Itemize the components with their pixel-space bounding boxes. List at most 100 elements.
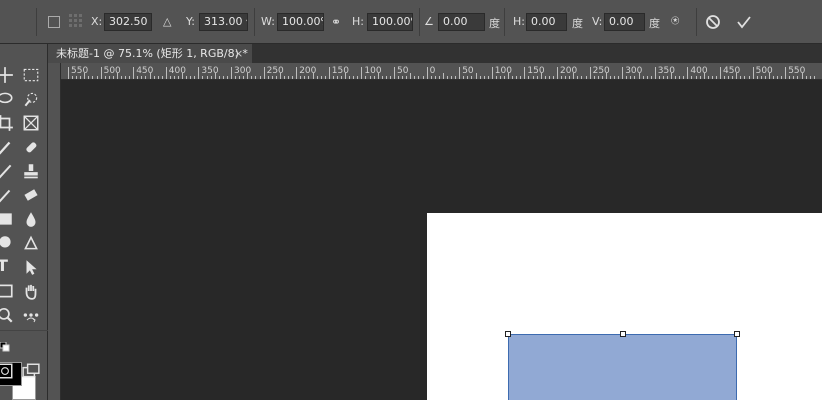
- ruler-tick-mark: [141, 76, 143, 79]
- lasso-tool-icon[interactable]: [0, 90, 14, 108]
- width-label: W:: [261, 15, 275, 28]
- pen-tool-icon[interactable]: [22, 234, 40, 252]
- options-separator: [696, 8, 697, 36]
- blur-tool-icon[interactable]: [22, 210, 40, 228]
- ruler-tick-mark: [186, 76, 188, 79]
- ruler-tick-mark: [646, 76, 648, 79]
- toolbar-divider: [0, 330, 48, 331]
- type-tool-icon[interactable]: T: [0, 256, 15, 275]
- cancel-transform-icon[interactable]: [705, 14, 721, 30]
- hand-tool-icon[interactable]: [22, 282, 40, 300]
- ruler-tick-mark: [365, 76, 367, 79]
- ruler-tick-mark: [398, 76, 400, 79]
- ruler-tick-label: 400: [168, 66, 186, 76]
- width-scale-field[interactable]: 100.00%: [277, 13, 324, 31]
- ruler-tick-mark: [683, 76, 685, 79]
- rotate-angle-field[interactable]: 0.00: [438, 13, 485, 31]
- ruler-tick-mark: [732, 76, 734, 79]
- ruler-tick-mark: [194, 76, 196, 79]
- frame-tool-icon[interactable]: [22, 114, 40, 132]
- ruler-tick-label: 150: [331, 66, 349, 76]
- ruler-tick-mark: [662, 76, 664, 79]
- transform-handle-top-right[interactable]: [734, 331, 740, 337]
- crop-tool-icon[interactable]: [0, 114, 14, 132]
- vskew-unit: 度: [649, 17, 660, 30]
- ruler-tick-mark: [764, 76, 766, 79]
- ruler-tick-mark: [781, 76, 783, 79]
- ruler-tick-mark: [634, 76, 636, 79]
- ruler-tick-mark: [504, 76, 506, 79]
- history-brush-tool-icon[interactable]: [0, 186, 14, 204]
- ruler-tick-mark: [740, 76, 742, 79]
- hskew-label: H:: [513, 15, 525, 28]
- link-icon[interactable]: ⚭: [331, 15, 341, 29]
- move-tool-icon[interactable]: [0, 66, 14, 84]
- ruler-tick-mark: [357, 76, 359, 79]
- ruler-tick-mark: [328, 67, 330, 79]
- ruler-tick-mark: [630, 76, 632, 79]
- hskew-unit: 度: [572, 17, 583, 30]
- swap-colors-icon[interactable]: [26, 316, 36, 326]
- warp-mode-icon[interactable]: ⍟: [671, 13, 679, 29]
- horizontal-skew-field[interactable]: 0.00: [526, 13, 567, 31]
- horizontal-ruler[interactable]: 550 500 450 400 350 300 250 200 150 100 50 0 50 100 15…: [61, 63, 822, 80]
- y-position-field[interactable]: 313.00 像素: [199, 13, 248, 31]
- marquee-tool-icon[interactable]: [22, 66, 40, 84]
- document-tab[interactable]: 未标题-1 @ 75.1% (矩形 1, RGB/8) *: [48, 44, 252, 63]
- brush-tool-icon[interactable]: [0, 162, 14, 180]
- eraser-tool-icon[interactable]: [22, 186, 40, 204]
- path-selection-tool-icon[interactable]: [22, 258, 40, 276]
- ruler-tick-mark: [202, 76, 204, 79]
- ruler-tick-mark: [475, 73, 477, 79]
- ruler-tick-mark: [88, 76, 90, 79]
- rectangle-shape-layer[interactable]: [508, 334, 737, 400]
- transform-handle-top-left[interactable]: [505, 331, 511, 337]
- rectangle-tool-icon[interactable]: [0, 282, 14, 300]
- ruler-tick-mark: [92, 76, 94, 79]
- eyedropper-tool-icon[interactable]: [0, 138, 14, 156]
- vertical-skew-field[interactable]: 0.00: [604, 13, 645, 31]
- ruler-tick-mark: [434, 76, 436, 79]
- ruler-tick-mark: [557, 67, 558, 79]
- ruler-tick-mark: [459, 67, 461, 79]
- ruler-tick-label: 450: [136, 66, 154, 76]
- ruler-tick-mark: [785, 67, 787, 79]
- zoom-tool-icon[interactable]: [0, 306, 14, 324]
- ruler-tick-mark: [711, 76, 713, 79]
- reference-point-checkbox[interactable]: [48, 16, 60, 28]
- ruler-tick-label: 200: [560, 66, 578, 76]
- default-colors-icon[interactable]: [0, 342, 10, 352]
- ruler-tick-mark: [267, 76, 269, 79]
- ruler-tick-mark: [178, 76, 180, 79]
- ruler-tick-mark: [190, 76, 192, 79]
- quick-selection-tool-icon[interactable]: [22, 90, 40, 108]
- x-position-field[interactable]: 302.50 像素: [104, 13, 152, 31]
- screen-mode-icon[interactable]: [22, 362, 40, 380]
- ruler-tick-mark: [483, 76, 485, 79]
- healing-brush-tool-icon[interactable]: [22, 138, 40, 156]
- ruler-tick-mark: [373, 76, 375, 79]
- ruler-tick-mark: [495, 76, 497, 79]
- commit-transform-icon[interactable]: [736, 14, 752, 30]
- close-tab-icon[interactable]: ×: [234, 44, 243, 63]
- transform-handle-top-center[interactable]: [620, 331, 626, 337]
- vertical-ruler[interactable]: [48, 63, 61, 400]
- ruler-tick-mark: [137, 76, 139, 79]
- height-scale-field[interactable]: 100.00%: [367, 13, 413, 31]
- ruler-tick-mark: [210, 76, 212, 79]
- ruler-tick-mark: [520, 76, 522, 79]
- ruler-tick-label: 50: [462, 66, 474, 76]
- ruler-tick-mark: [618, 76, 620, 79]
- relative-position-icon[interactable]: △: [163, 15, 171, 28]
- ruler-tick-mark: [593, 76, 595, 79]
- dodge-tool-icon[interactable]: [0, 234, 14, 252]
- ruler-tick-mark: [658, 76, 660, 79]
- gradient-tool-icon[interactable]: [0, 210, 14, 228]
- x-label: X:: [91, 15, 103, 28]
- quick-mask-icon[interactable]: [0, 362, 14, 380]
- ruler-tick-mark: [671, 73, 673, 79]
- ruler-tick-mark: [72, 76, 74, 79]
- ruler-tick-mark: [349, 76, 351, 79]
- clone-stamp-tool-icon[interactable]: [22, 162, 40, 180]
- reference-point-grid-icon[interactable]: [69, 14, 83, 28]
